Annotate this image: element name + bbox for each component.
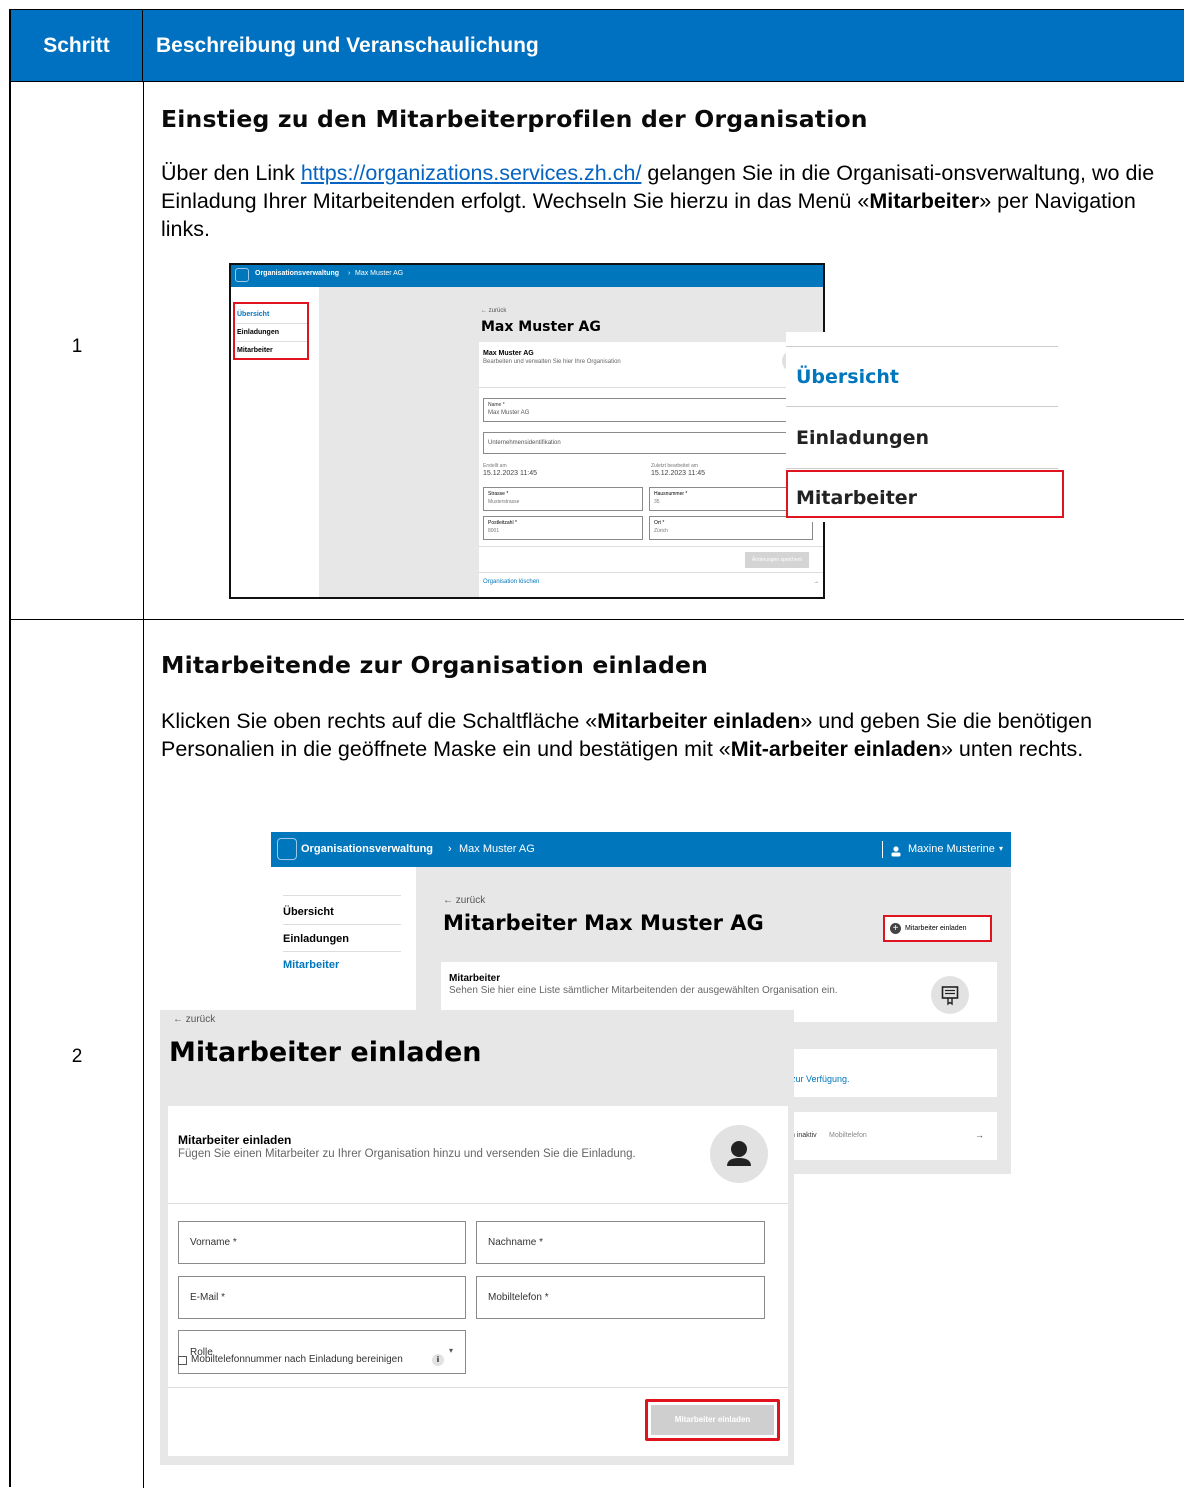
column-divider xyxy=(143,82,144,1488)
submit-highlight: Mitarbeiter einladen xyxy=(645,1399,780,1441)
row-divider xyxy=(11,619,1184,620)
role-select[interactable]: Rolle ▾ xyxy=(178,1330,466,1374)
header-description: Beschreibung und Veranschaulichung xyxy=(156,34,539,57)
created-value: 15.12.2023 11:45 xyxy=(483,470,537,477)
last-name-input[interactable]: Nachname * xyxy=(476,1221,765,1264)
topbar-app-2: Organisationsverwaltung xyxy=(301,843,434,855)
uid-field[interactable]: Unternehmensidentifikation xyxy=(483,432,813,454)
step-text-1: Über den Link https://organizations.serv… xyxy=(161,161,1155,241)
clear-mobile-label: Mobiltelefonnummer nach Einladung berein… xyxy=(191,1354,403,1365)
nav-employees-2[interactable]: Mitarbeiter xyxy=(283,959,339,971)
topbar-org-2: Max Muster AG xyxy=(459,843,535,855)
topbar-app: Organisationsverwaltung xyxy=(255,270,340,277)
card-title: Max Muster AG xyxy=(483,350,534,357)
delete-org-link[interactable]: Organisation löschen xyxy=(483,579,539,585)
chevron-down-icon[interactable]: ▾ xyxy=(999,844,1003,853)
clear-mobile-checkbox[interactable] xyxy=(178,1356,187,1365)
card-subtitle-2: Sehen Sie hier eine Liste sämtlicher Mit… xyxy=(449,985,838,996)
invite-employee-dialog: ← zurück Mitarbeiter einladen Mitarbeite… xyxy=(160,1010,794,1465)
dialog-title: Mitarbeiter einladen xyxy=(169,1037,482,1068)
step-number-1: 1 xyxy=(71,336,83,357)
arrow-icon: → xyxy=(813,579,819,585)
step-text-2: Klicken Sie oben rechts auf die Schaltfl… xyxy=(161,709,1093,761)
updated-value: 15.12.2023 11:45 xyxy=(651,470,705,477)
sidebar: Übersicht Einladungen Mitarbeiter xyxy=(231,287,319,597)
screenshot-organization: Organisationsverwaltung › Max Muster AG … xyxy=(229,263,825,599)
zip-field[interactable]: Postleitzahl * 8001 xyxy=(483,516,643,540)
first-name-input[interactable]: Vorname * xyxy=(178,1221,466,1264)
zoom-nav-invitations: Einladungen xyxy=(796,427,930,449)
arrow-icon: → xyxy=(975,1130,984,1140)
mobile-input[interactable]: Mobiltelefon * xyxy=(476,1276,765,1319)
highlight-employees xyxy=(786,470,1064,518)
topbar-sep: › xyxy=(348,270,351,277)
street-field[interactable]: Strasse * Musterstrasse xyxy=(483,487,643,511)
created-label: Erstellt am xyxy=(483,463,507,469)
instruction-table: Schritt Beschreibung und Veranschaulichu… xyxy=(9,9,1184,1488)
person-icon xyxy=(710,1125,768,1183)
highlight-nav xyxy=(233,302,309,360)
updated-label: Zuletzt bearbeitet am xyxy=(651,463,698,469)
name-field[interactable]: Name * Max Muster AG xyxy=(483,398,813,422)
back-link-3[interactable]: ← zurück xyxy=(173,1014,215,1025)
table-header: Schritt Beschreibung und Veranschaulichu… xyxy=(11,10,1184,82)
certificate-icon xyxy=(931,976,969,1014)
canton-logo-icon xyxy=(235,268,249,282)
card-title-2: Mitarbeiter xyxy=(449,973,501,984)
submit-invite-button[interactable]: Mitarbeiter einladen xyxy=(651,1405,774,1435)
nav-zoom-callout: Übersicht Einladungen Mitarbeiter xyxy=(786,332,1184,522)
save-button[interactable]: Änderungen speichern xyxy=(745,552,809,568)
step-number-2: 2 xyxy=(71,1046,83,1067)
plus-circle-icon: + xyxy=(890,923,901,934)
topbar-org: Max Muster AG xyxy=(355,270,404,277)
nav-invitations-2[interactable]: Einladungen xyxy=(283,933,349,945)
page-title-2: Mitarbeiter Max Muster AG xyxy=(443,911,764,935)
dialog-card-title: Mitarbeiter einladen xyxy=(178,1133,292,1147)
organizations-link[interactable]: https://organizations.services.zh.ch/ xyxy=(301,161,642,185)
step-title-1: Einstieg zu den Mitarbeiterprofilen der … xyxy=(161,105,868,133)
user-icon xyxy=(891,844,901,857)
page-title: Max Muster AG xyxy=(481,319,601,335)
header-step: Schritt xyxy=(11,10,143,82)
dialog-card-subtitle: Fügen Sie einen Mitarbeiter zu Ihrer Org… xyxy=(178,1148,636,1160)
dialog-card: Mitarbeiter einladen Fügen Sie einen Mit… xyxy=(168,1106,788,1456)
invite-employee-button[interactable]: + Mitarbeiter einladen xyxy=(883,915,992,942)
availability-text: zur Verfügung. xyxy=(791,1074,850,1084)
email-input[interactable]: E-Mail * xyxy=(178,1276,466,1319)
canton-logo-icon xyxy=(277,838,297,860)
chevron-down-icon: ▾ xyxy=(449,1346,454,1355)
app-topbar: Organisationsverwaltung › Max Muster AG xyxy=(231,265,823,287)
card-subtitle: Bearbeiten und verwalten Sie hier Ihre O… xyxy=(483,359,621,365)
user-name[interactable]: Maxine Musterine xyxy=(908,843,995,855)
org-card: Max Muster AG Bearbeiten und verwalten S… xyxy=(479,342,823,597)
zoom-nav-overview: Übersicht xyxy=(796,366,899,388)
step-title-2: Mitarbeitende zur Organisation einladen xyxy=(161,651,709,679)
info-icon[interactable]: i xyxy=(432,1354,444,1366)
back-link[interactable]: ← zurück xyxy=(481,308,506,314)
back-link-2[interactable]: ← zurück xyxy=(443,895,485,906)
app-topbar-2: Organisationsverwaltung › Max Muster AG … xyxy=(271,832,1011,867)
nav-overview-2[interactable]: Übersicht xyxy=(283,906,334,918)
